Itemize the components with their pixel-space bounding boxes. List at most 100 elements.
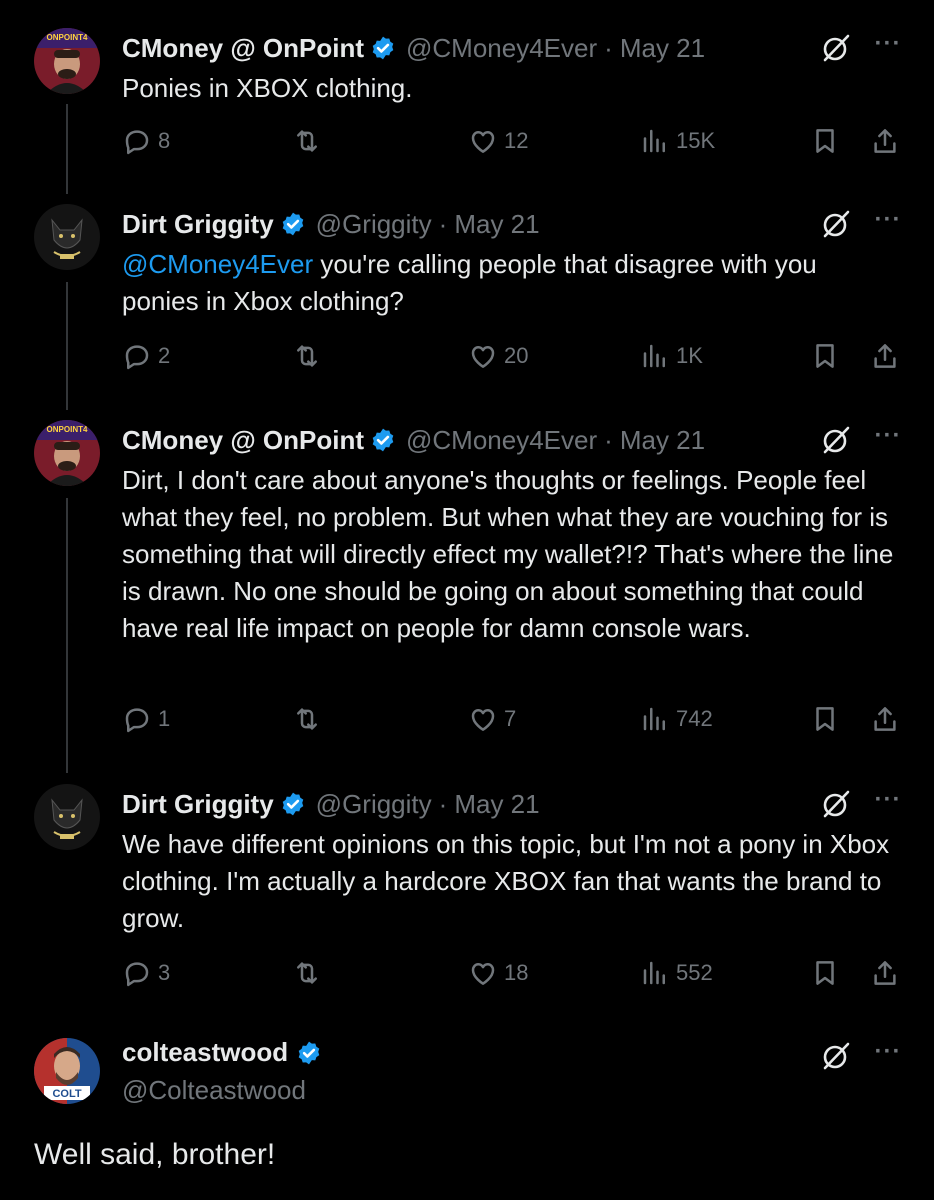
- author-name[interactable]: Dirt Griggity: [122, 789, 274, 820]
- tweet[interactable]: Dirt Griggity @Griggity · May 21 ··· @CM…: [0, 204, 934, 384]
- retweet-icon: [297, 345, 317, 367]
- share-icon: [874, 129, 896, 153]
- avatar-logo-text: COLT: [52, 1088, 81, 1100]
- avatar-cmoney[interactable]: ONPOINT4: [34, 28, 100, 94]
- tweet-date[interactable]: May 21: [620, 425, 705, 456]
- more-options-icon[interactable]: ···: [872, 32, 904, 62]
- like-count: 18: [504, 960, 529, 985]
- author-name[interactable]: CMoney @ OnPoint: [122, 33, 364, 64]
- bookmark-icon: [816, 129, 834, 153]
- share-icon: [874, 707, 896, 731]
- tweet-date[interactable]: May 21: [620, 33, 705, 64]
- grok-icon[interactable]: [820, 208, 852, 240]
- share-icon: [874, 344, 896, 368]
- main-author-name-row: colteastwood: [122, 1037, 322, 1068]
- tweet-date[interactable]: May 21: [454, 789, 539, 820]
- views-icon: [643, 344, 665, 368]
- tweet-actions: 3 18 552: [122, 958, 904, 992]
- tweet[interactable]: ONPOINT4 CMoney @ OnPoint @CMoney4Ever ·…: [0, 28, 934, 168]
- separator-dot: ·: [438, 788, 448, 819]
- more-options-icon[interactable]: ···: [872, 1040, 904, 1070]
- author-name[interactable]: Dirt Griggity: [122, 209, 274, 240]
- like-button[interactable]: 7: [468, 704, 516, 734]
- share-button[interactable]: [870, 126, 906, 156]
- more-options-icon[interactable]: ···: [872, 788, 904, 818]
- grok-icon[interactable]: [820, 424, 852, 456]
- author-handle[interactable]: @Griggity: [316, 209, 432, 240]
- reply-count: 3: [158, 960, 171, 985]
- views-button[interactable]: 15K: [640, 126, 715, 156]
- verified-badge-icon: [372, 428, 394, 452]
- bookmark-button[interactable]: [810, 958, 846, 988]
- author-handle[interactable]: @Griggity: [316, 789, 432, 820]
- heart-icon: [471, 709, 495, 731]
- retweet-icon: [297, 708, 317, 730]
- views-button[interactable]: 1K: [640, 341, 703, 371]
- reply-button[interactable]: 8: [122, 126, 170, 156]
- share-icon: [874, 961, 896, 985]
- author-handle[interactable]: @CMoney4Ever: [406, 33, 597, 64]
- author-handle[interactable]: @Colteastwood: [122, 1075, 306, 1106]
- views-button[interactable]: 742: [640, 704, 713, 734]
- grok-icon[interactable]: [820, 1040, 852, 1072]
- like-button[interactable]: 18: [468, 958, 528, 988]
- view-count: 1K: [676, 343, 703, 368]
- bookmark-button[interactable]: [810, 126, 846, 156]
- tweet-header: Dirt Griggity @Griggity · May 21: [122, 786, 934, 822]
- more-options-icon[interactable]: ···: [872, 424, 904, 454]
- retweet-button[interactable]: [292, 341, 328, 371]
- separator-dot: ·: [438, 208, 448, 239]
- tweet-text: Ponies in XBOX clothing.: [122, 73, 413, 103]
- reply-count: 1: [158, 706, 171, 731]
- bookmark-icon: [816, 707, 834, 731]
- author-handle[interactable]: @CMoney4Ever: [406, 425, 597, 456]
- view-count: 552: [676, 960, 713, 985]
- author-name[interactable]: colteastwood: [122, 1037, 288, 1068]
- avatar-dirt-griggity[interactable]: [34, 204, 100, 270]
- grok-icon[interactable]: [820, 788, 852, 820]
- retweet-button[interactable]: [292, 126, 328, 156]
- share-button[interactable]: [870, 341, 906, 371]
- author-name[interactable]: CMoney @ OnPoint: [122, 425, 364, 456]
- reply-count: 8: [158, 128, 171, 153]
- bookmark-button[interactable]: [810, 704, 846, 734]
- tweet-header: Dirt Griggity @Griggity · May 21: [122, 206, 934, 242]
- heart-icon: [471, 346, 495, 368]
- more-options-icon[interactable]: ···: [872, 208, 904, 238]
- tweet[interactable]: ONPOINT4 CMoney @ OnPoint @CMoney4Ever ·…: [0, 420, 934, 750]
- views-icon: [643, 961, 665, 985]
- like-button[interactable]: 20: [468, 341, 528, 371]
- reply-icon: [125, 962, 149, 987]
- tweet-text: Dirt, I don't care about anyone's though…: [122, 465, 894, 643]
- like-count: 7: [504, 706, 517, 731]
- like-button[interactable]: 12: [468, 126, 528, 156]
- bookmark-button[interactable]: [810, 341, 846, 371]
- reply-button[interactable]: 3: [122, 958, 170, 988]
- retweet-button[interactable]: [292, 704, 328, 734]
- views-button[interactable]: 552: [640, 958, 713, 988]
- tweet[interactable]: Dirt Griggity @Griggity · May 21 ··· We …: [0, 784, 934, 1004]
- reply-icon: [125, 708, 149, 733]
- views-icon: [643, 707, 665, 731]
- avatar-cmoney[interactable]: ONPOINT4: [34, 420, 100, 486]
- mention-link[interactable]: @CMoney4Ever: [122, 249, 313, 279]
- grok-icon[interactable]: [820, 32, 852, 64]
- separator-dot: ·: [604, 32, 613, 63]
- retweet-icon: [297, 130, 317, 152]
- avatar-dirt-griggity[interactable]: [34, 784, 100, 850]
- tweet-actions: 8 12 15K: [122, 126, 904, 160]
- avatar-colteastwood[interactable]: COLT: [34, 1038, 100, 1104]
- retweet-button[interactable]: [292, 958, 328, 988]
- share-button[interactable]: [870, 958, 906, 988]
- bookmark-icon: [816, 344, 834, 368]
- reply-button[interactable]: 2: [122, 341, 170, 371]
- separator-dot: ·: [604, 424, 613, 455]
- tweet-date[interactable]: May 21: [454, 209, 539, 240]
- reply-button[interactable]: 1: [122, 704, 170, 734]
- verified-badge-icon: [282, 792, 303, 816]
- tweet-text: We have different opinions on this topic…: [122, 829, 890, 933]
- reply-icon: [125, 345, 149, 370]
- share-button[interactable]: [870, 704, 906, 734]
- like-count: 12: [504, 128, 529, 153]
- tweet-actions: 1 7 742: [122, 704, 904, 738]
